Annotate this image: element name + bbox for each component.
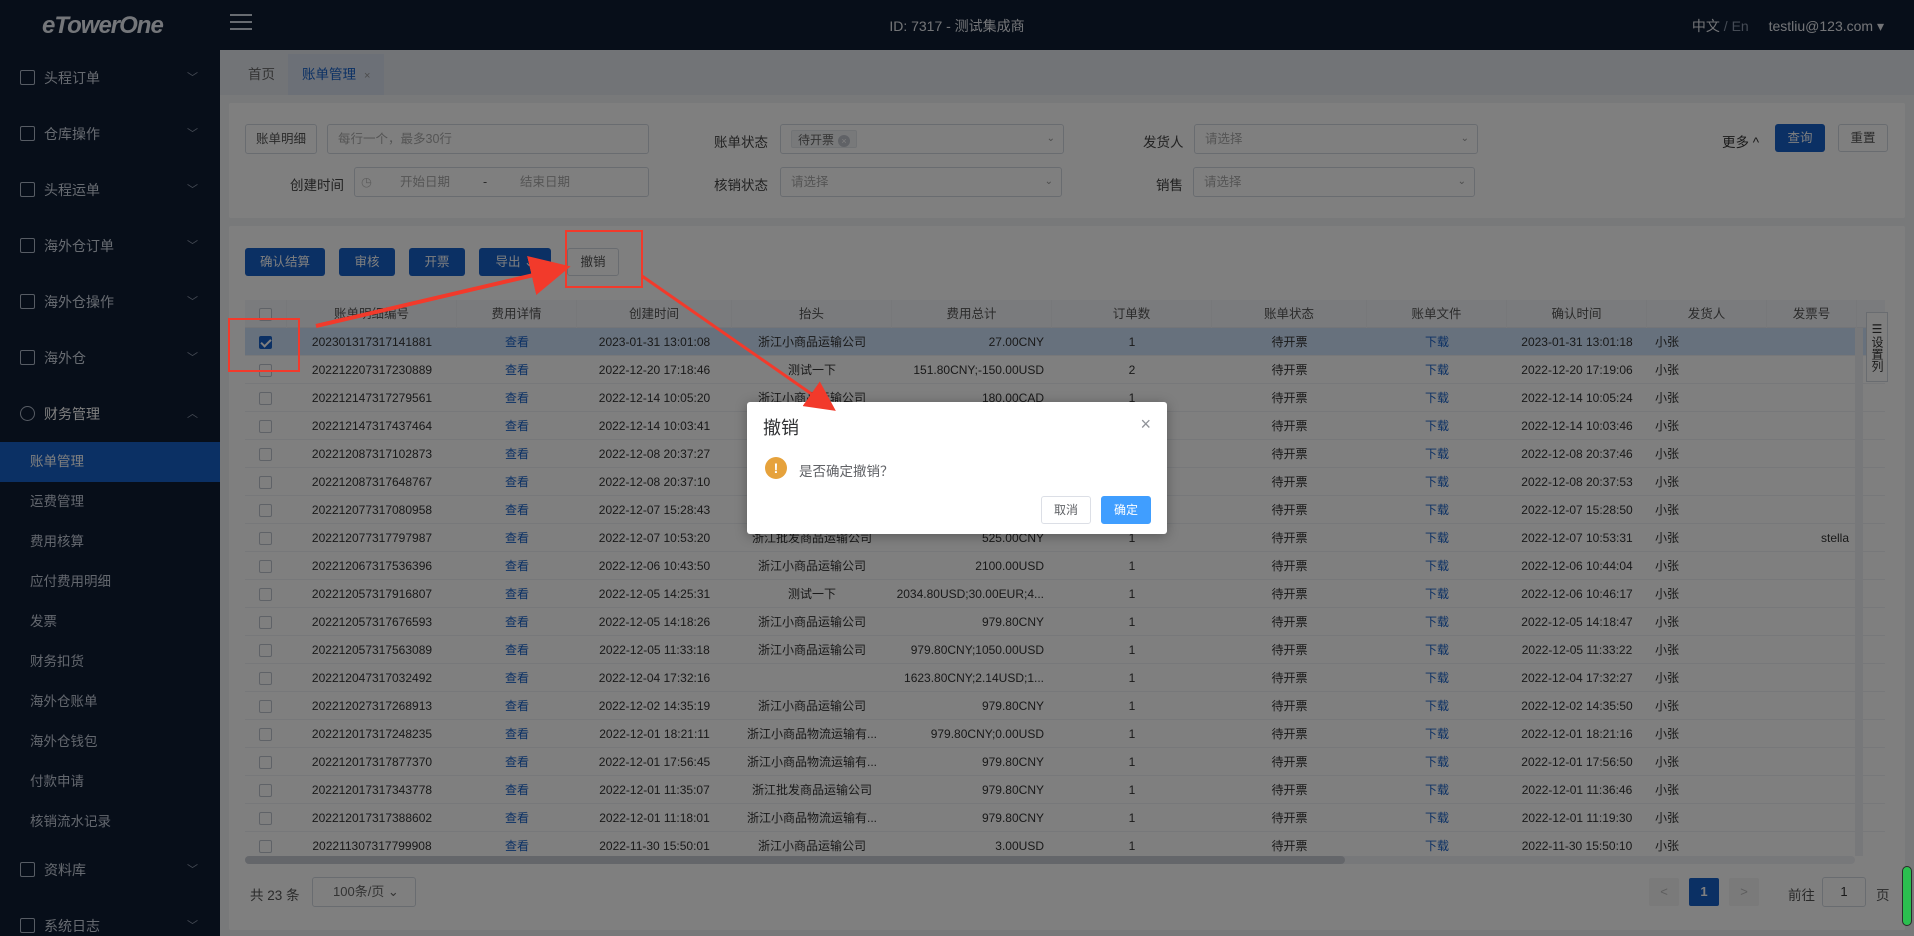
dialog-title: 撤销 [763,418,799,438]
warning-icon: ! [765,457,787,479]
confirm-button[interactable]: 确定 [1101,496,1152,524]
dialog-message: 是否确定撤销？ [799,464,894,479]
scroll-indicator [1902,866,1912,926]
annotation-box-revoke [565,230,643,288]
confirm-dialog: 撤销 × ! 是否确定撤销？ 取消 确定 [747,402,1167,534]
cancel-button[interactable]: 取消 [1041,496,1092,524]
close-icon[interactable]: × [1140,414,1151,435]
annotation-box-checkbox [228,318,300,372]
